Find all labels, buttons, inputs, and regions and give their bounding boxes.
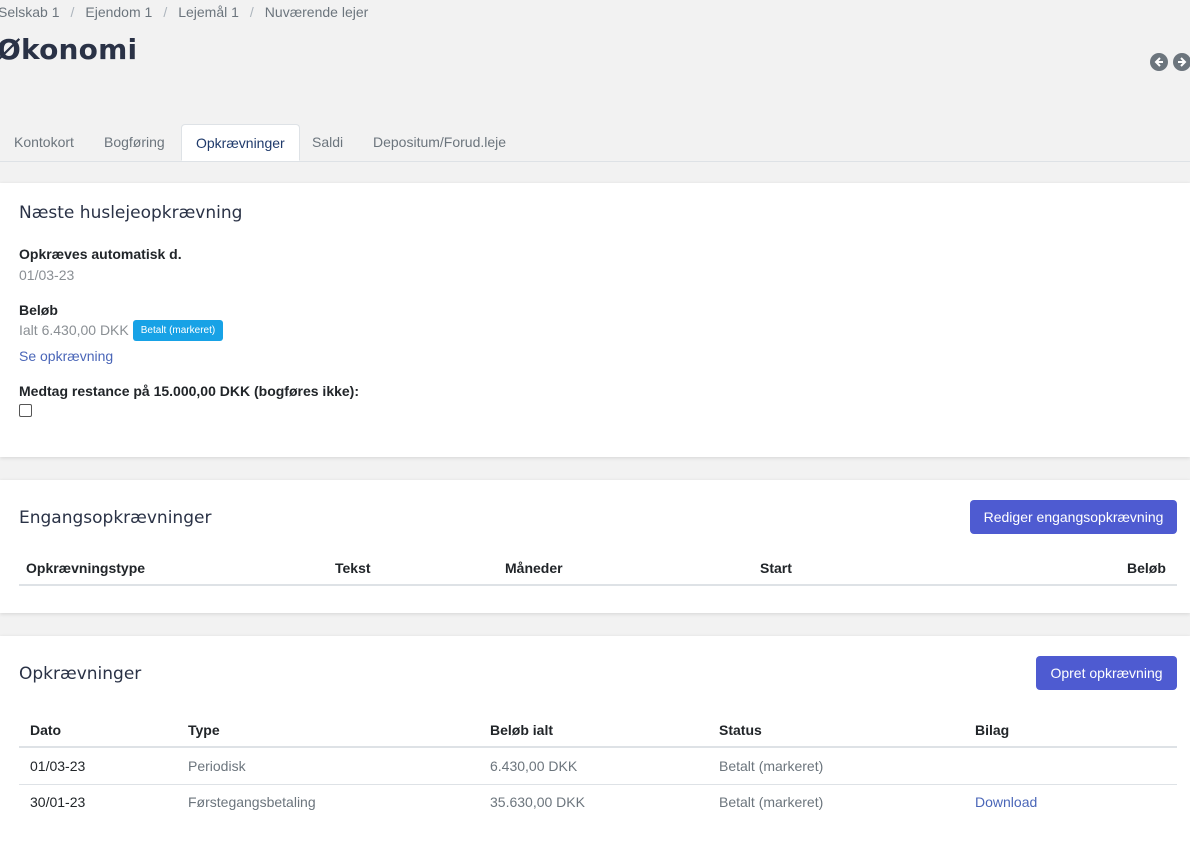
row-amount: 35.630,00 DKK [490,794,585,810]
column-header-amount[interactable]: Beløb [1127,560,1166,576]
arrow-right-circle-icon[interactable] [1173,53,1190,71]
create-charge-button[interactable]: Opret opkrævning [1036,656,1177,690]
column-header-attachment[interactable]: Bilag [975,722,1009,738]
column-header-charge-type[interactable]: Opkrævningstype [26,560,145,576]
download-link[interactable]: Download [975,794,1037,810]
column-header-status[interactable]: Status [719,722,762,738]
breadcrumb-separator: / [163,4,168,20]
row-type: Periodisk [188,758,246,774]
column-header-text[interactable]: Tekst [335,560,371,576]
column-header-start[interactable]: Start [760,560,792,576]
arrears-label: Medtag restance på 15.000,00 DKK (bogfør… [19,383,360,399]
row-divider [19,784,1177,785]
amount-row: Ialt 6.430,00 DKK Betalt (markeret) [19,320,224,342]
row-status: Betalt (markeret) [719,758,824,774]
tab-kontokort[interactable]: Kontokort [0,124,88,160]
breadcrumb-item-current-tenant: Nuværende lejer [264,4,369,20]
page-title: Økonomi [0,33,138,66]
row-date: 30/01-23 [30,794,86,810]
charge-date-value: 01/03-23 [19,267,75,283]
arrow-left-circle-icon[interactable] [1150,53,1168,71]
row-type: Førstegangsbetaling [188,794,316,810]
see-charge-link[interactable]: Se opkrævning [19,348,113,364]
one-time-charges-card: Engangsopkrævninger Rediger engangsopkræ… [0,480,1190,613]
row-status: Betalt (markeret) [719,794,824,810]
row-date: 01/03-23 [30,758,86,774]
charges-title: Opkrævninger [19,664,142,684]
column-header-date[interactable]: Dato [30,722,61,738]
column-header-total-amount[interactable]: Beløb ialt [490,722,553,738]
row-amount: 6.430,00 DKK [490,758,578,774]
status-badge: Betalt (markeret) [132,320,224,341]
amount-label: Beløb [19,302,58,318]
column-header-type[interactable]: Type [188,722,220,738]
tab-bogforing[interactable]: Bogføring [90,124,179,160]
table-header-divider [19,746,1177,748]
amount-value: Ialt 6.430,00 DKK [19,322,129,339]
include-arrears-checkbox[interactable] [19,404,32,417]
tenant-navigation [1150,53,1190,71]
breadcrumb-item-lease[interactable]: Lejemål 1 [178,4,239,20]
next-charge-card: Næste huslejeopkrævning Opkræves automat… [0,183,1190,457]
breadcrumb-separator: / [70,4,75,20]
tab-bar: Kontokort Bogføring Opkrævninger Saldi D… [0,124,1190,162]
column-header-months[interactable]: Måneder [505,560,563,576]
breadcrumb-item-company[interactable]: Selskab 1 [0,4,59,20]
tab-saldi[interactable]: Saldi [298,124,357,160]
charges-card: Opkrævninger Opret opkrævning Dato Type … [0,636,1190,856]
tab-opkraevninger[interactable]: Opkrævninger [181,124,300,161]
breadcrumb: Selskab 1 / Ejendom 1 / Lejemål 1 / Nuvæ… [0,4,368,20]
next-charge-title: Næste huslejeopkrævning [19,203,243,223]
one-time-charges-title: Engangsopkrævninger [19,508,212,528]
charge-date-label: Opkræves automatisk d. [19,246,182,262]
breadcrumb-item-property[interactable]: Ejendom 1 [85,4,152,20]
edit-one-time-charge-button[interactable]: Rediger engangsopkrævning [970,500,1177,534]
table-header-divider [19,584,1177,586]
breadcrumb-separator: / [249,4,254,20]
tab-depositum[interactable]: Depositum/Forud.leje [359,124,520,160]
